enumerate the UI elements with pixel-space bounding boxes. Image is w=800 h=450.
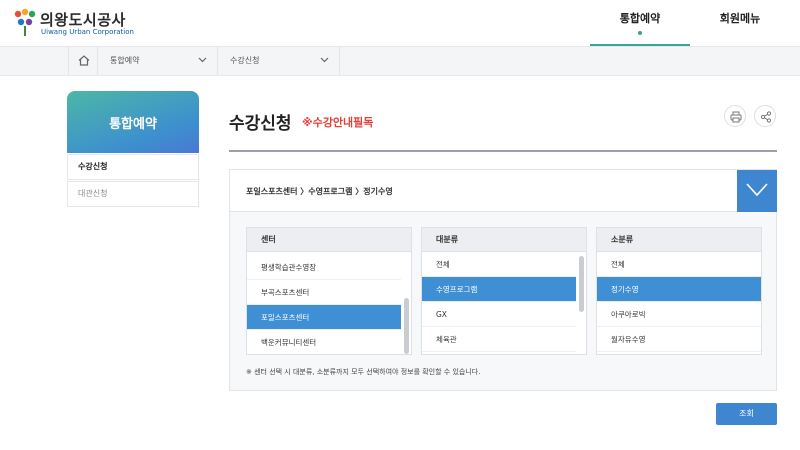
list-item-selected[interactable]: 포일스포츠센터 [247,305,401,330]
sidebar-item-course-registration[interactable]: 수강신청 [67,154,199,180]
selection-help-text: ※ 센터 선택 시 대분류, 소분류까지 모두 선택하여야 정보를 확인할 수 … [246,368,481,376]
selection-path: 포일스포츠센터 〉수영프로그램 〉정기수영 [246,187,393,196]
major-category-list: 대분류 전체 수영프로그램 GX 체육관 [421,227,587,355]
printer-icon [730,111,742,123]
list-item[interactable]: 체육관 [422,327,576,352]
share-button[interactable] [754,105,776,127]
list-item[interactable]: 부곡스포츠센터 [247,280,401,305]
title-divider [229,150,777,152]
center-list-scrollbar[interactable] [404,298,409,354]
page-title: 수강신청 [229,114,292,134]
list-item[interactable]: 아쿠아로빅 [597,302,761,327]
chevron-down-icon [320,57,329,63]
list-item[interactable]: 백운커뮤니티센터 [247,330,401,354]
column-header: 대분류 [422,228,586,252]
breadcrumb-label: 통합예약 [110,56,140,65]
breadcrumb: 통합예약 수강신청 [0,46,800,76]
list-item[interactable]: 전체 [422,252,576,277]
list-item[interactable]: GX [422,302,576,327]
site-logo[interactable]: 의왕도시공사 Uiwang Urban Corporation [12,8,182,38]
share-icon [760,111,772,123]
logo-subtitle: Uiwang Urban Corporation [41,28,134,36]
nav-label: 회원메뉴 [719,12,761,25]
course-guide-link[interactable]: ※수강안내필독 [302,114,373,130]
print-button[interactable] [724,105,746,127]
chevron-down-icon [198,57,207,63]
panel-toggle-button[interactable] [737,170,777,212]
logo-mark-icon [14,8,36,36]
chevron-down-icon [746,183,768,197]
nav-label: 통합예약 [619,12,661,25]
column-header: 센터 [247,228,411,252]
nav-integrated-reservation[interactable]: 통합예약 [590,0,690,46]
list-item[interactable]: 월자유수영 [597,327,761,352]
logo-title: 의왕도시공사 [40,11,126,29]
center-list: 센터 평생학습관수영장 부곡스포츠센터 포일스포츠센터 백운커뮤니티센터 [246,227,412,355]
sidebar-header: 통합예약 [67,91,199,153]
list-item[interactable]: 전체 [597,252,761,277]
search-button[interactable]: 조회 [716,403,777,425]
course-selection-panel: 포일스포츠센터 〉수영프로그램 〉정기수영 센터 평생학습관수영장 부곡스포츠센… [229,169,777,391]
breadcrumb-label: 수강신청 [230,56,260,65]
list-item[interactable]: 평생학습관수영장 [247,255,401,280]
minor-category-list: 소분류 전체 정기수영 아쿠아로빅 월자유수영 [596,227,762,355]
nav-member-menu[interactable]: 회원메뉴 [690,0,790,46]
list-item-selected[interactable]: 정기수영 [597,277,761,302]
breadcrumb-dropdown-reservation[interactable]: 통합예약 [98,47,218,75]
breadcrumb-home[interactable] [68,47,98,75]
breadcrumb-dropdown-course[interactable]: 수강신청 [218,47,340,75]
list-item-selected[interactable]: 수영프로그램 [422,277,576,302]
column-header: 소분류 [597,228,761,252]
site-header: 의왕도시공사 Uiwang Urban Corporation 통합예약 회원메… [0,0,800,46]
home-icon [78,55,90,66]
selection-path-bar: 포일스포츠센터 〉수영프로그램 〉정기수영 [230,170,777,212]
active-dot-icon [638,31,642,35]
sidebar-item-facility-rental[interactable]: 대관신청 [67,181,199,207]
major-category-scrollbar[interactable] [579,256,584,312]
sidebar-title: 통합예약 [109,117,157,132]
